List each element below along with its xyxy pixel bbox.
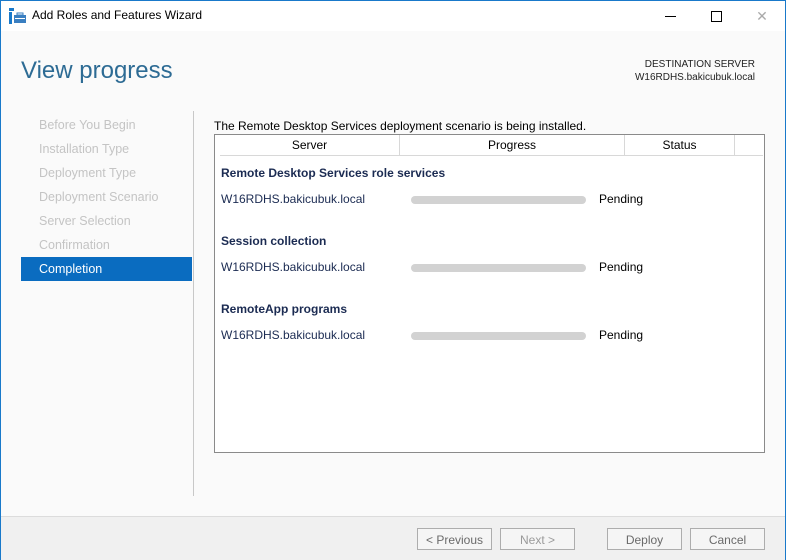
step-confirmation: Confirmation <box>39 238 110 252</box>
server-manager-icon <box>9 8 26 24</box>
row-server: W16RDHS.bakicubuk.local <box>221 260 366 274</box>
maximize-icon <box>710 10 722 22</box>
progress-bar <box>411 332 586 340</box>
sidebar-divider <box>193 111 194 496</box>
step-installation-type: Installation Type <box>39 142 130 156</box>
row-status: Pending <box>599 328 644 342</box>
progress-bar <box>411 264 586 272</box>
previous-button[interactable]: < Previous <box>417 528 492 550</box>
group-title: Session collection <box>221 234 327 248</box>
window-title: Add Roles and Features Wizard <box>32 8 203 22</box>
next-button[interactable]: Next > <box>500 528 575 550</box>
column-header-server[interactable]: Server <box>220 135 400 155</box>
progress-grid: Server Progress Status Remote Desktop Se… <box>214 134 765 453</box>
step-completion[interactable]: Completion <box>21 257 192 281</box>
progress-bar <box>411 196 586 204</box>
row-status: Pending <box>599 192 644 206</box>
step-before-you-begin: Before You Begin <box>39 118 136 132</box>
close-icon: ✕ <box>756 7 768 24</box>
step-deployment-scenario: Deployment Scenario <box>39 190 159 204</box>
grid-header: Server Progress Status <box>220 135 763 156</box>
deploy-button[interactable]: Deploy <box>607 528 682 550</box>
step-deployment-type: Deployment Type <box>39 166 137 180</box>
destination-server-info: DESTINATION SERVER W16RDHS.bakicubuk.loc… <box>635 58 755 84</box>
page-title: View progress <box>21 57 173 84</box>
minimize-icon <box>664 15 676 17</box>
group-title: RemoteApp programs <box>221 302 348 316</box>
minimize-button[interactable] <box>647 1 693 31</box>
row-server: W16RDHS.bakicubuk.local <box>221 328 366 342</box>
maximize-button[interactable] <box>693 1 739 31</box>
wizard-steps: Before You Begin Installation Type Deplo… <box>21 113 192 281</box>
row-status: Pending <box>599 260 644 274</box>
destination-label: DESTINATION SERVER <box>644 59 755 70</box>
wizard-footer: < Previous Next > Deploy Cancel <box>1 516 785 560</box>
wizard-window: Add Roles and Features Wizard ✕ View pro… <box>1 1 785 560</box>
close-button[interactable]: ✕ <box>739 1 785 31</box>
column-header-status[interactable]: Status <box>625 135 735 155</box>
status-message: The Remote Desktop Services deployment s… <box>214 119 587 133</box>
column-header-progress[interactable]: Progress <box>400 135 625 155</box>
group-title: Remote Desktop Services role services <box>221 166 446 180</box>
title-bar: Add Roles and Features Wizard ✕ <box>1 1 785 31</box>
destination-server: W16RDHS.bakicubuk.local <box>634 72 755 83</box>
row-server: W16RDHS.bakicubuk.local <box>221 192 366 206</box>
step-server-selection: Server Selection <box>39 214 131 228</box>
cancel-button[interactable]: Cancel <box>690 528 765 550</box>
